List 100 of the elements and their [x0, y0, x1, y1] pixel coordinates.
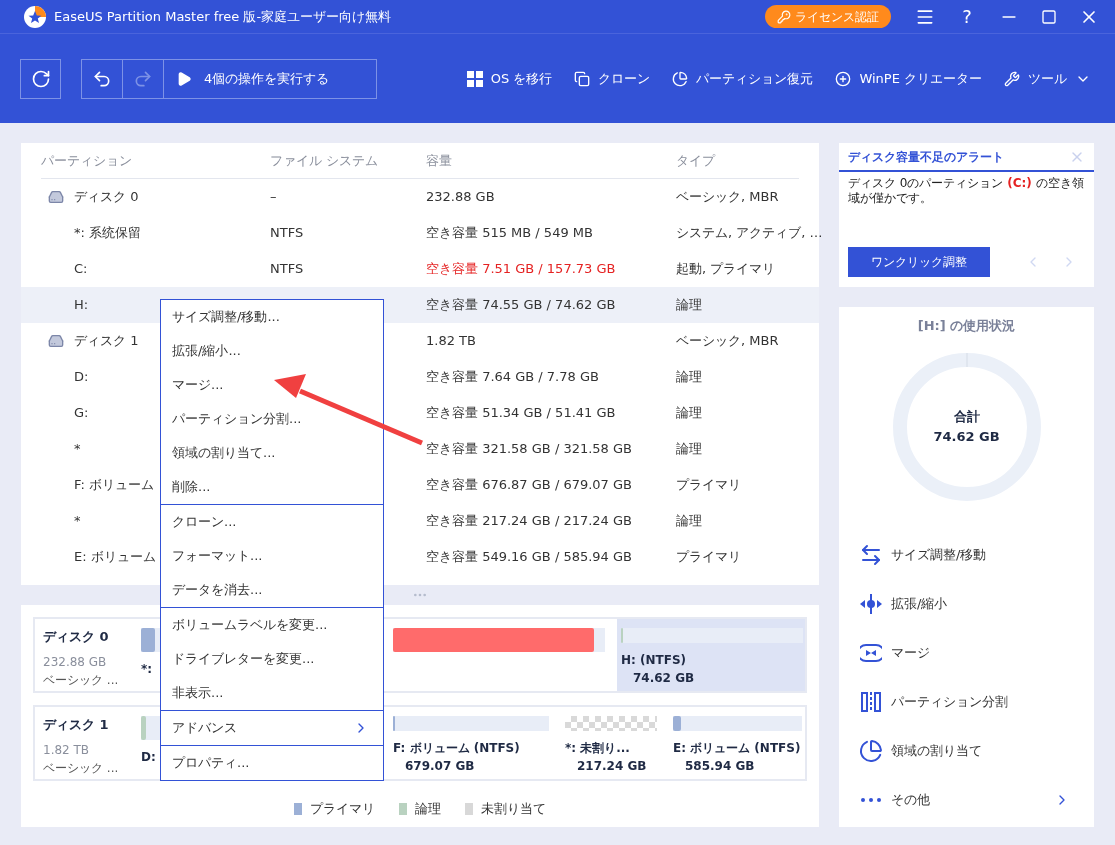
menu-item[interactable]: 拡張/縮小... [161, 334, 383, 368]
menu-item[interactable]: ボリュームラベルを変更... [161, 608, 383, 642]
menu-item[interactable]: マージ... [161, 368, 383, 402]
capacity: 1.82 TB [426, 332, 477, 351]
window-title: EaseUS Partition Master free 版-家庭ユーザー向け無料 [54, 7, 392, 26]
extend-icon [860, 594, 882, 614]
partition-type: 論理 [676, 368, 703, 387]
toolbar-action[interactable]: OS を移行 [466, 68, 553, 89]
capacity: 空き容量 321.58 GB / 321.58 GB [426, 440, 633, 459]
partition-segment[interactable]: F: ボリューム (NTFS) 679.07 GB [389, 707, 553, 779]
usage-action[interactable]: 領域の割り当て [839, 726, 1094, 776]
total-value: 74.62 GB [933, 427, 1000, 446]
partition-name[interactable]: D: [74, 367, 89, 387]
usage-action[interactable]: 拡張/縮小 [839, 579, 1094, 629]
copy-icon [574, 70, 591, 87]
plus-circle-icon [835, 70, 852, 87]
partition-name: *: 未割り... [565, 740, 630, 757]
partition-name: F: ボリューム (NTFS) [393, 740, 520, 757]
legend-swatch [399, 802, 407, 815]
partition-name[interactable]: H: [74, 295, 89, 315]
usage-action[interactable]: サイズ調整/移動 [839, 530, 1094, 580]
partition-segment[interactable]: E: ボリューム (NTFS) 585.94 GB [669, 707, 805, 779]
partition-name[interactable]: * [74, 511, 81, 531]
partition-name[interactable]: E: ボリューム [74, 547, 156, 567]
pie-icon [672, 70, 689, 87]
disk-type: ベーシック ... [43, 759, 120, 777]
windows-icon [466, 70, 483, 87]
capacity: 空き容量 74.55 GB / 74.62 GB [426, 296, 617, 315]
refresh-button[interactable] [20, 58, 61, 99]
partition-size: 679.07 GB [405, 758, 475, 775]
legend-label: 論理 [415, 800, 441, 818]
partition-name[interactable]: F: ボリューム [74, 475, 154, 495]
disk-size: 1.82 TB [43, 741, 91, 759]
maximize-icon[interactable] [1041, 8, 1057, 25]
partition-size: 74.62 GB [633, 670, 695, 687]
partition-type: 論理 [676, 404, 703, 423]
capacity: 空き容量 676.87 GB / 679.07 GB [426, 476, 633, 495]
menu-item[interactable]: データを消去... [161, 573, 383, 607]
partition-name: H: (NTFS) [621, 652, 687, 669]
partition-type: システム, アクティブ, … [676, 224, 823, 243]
capacity: 空き容量 515 MB / 549 MB [426, 224, 594, 243]
partition-type: プライマリ [676, 548, 742, 567]
menu-item[interactable]: 領域の割り当て... [161, 436, 383, 470]
merge-icon [860, 644, 882, 662]
partition-segment[interactable]: H: (NTFS) 74.62 GB [617, 619, 805, 691]
more-icon [861, 798, 881, 802]
capacity: 232.88 GB [426, 188, 496, 207]
menu-item[interactable]: 削除... [161, 470, 383, 504]
partition-name: E: ボリューム (NTFS) [673, 740, 801, 757]
capacity: 空き容量 549.16 GB / 585.94 GB [426, 548, 633, 567]
menu-item[interactable]: フォーマット... [161, 539, 383, 573]
alert-message: ディスク 0のパーティション (C:) の空き領域が僅かです。 [847, 175, 1085, 206]
split-icon [861, 692, 881, 712]
toolbar-action[interactable]: パーティション復元 [672, 68, 814, 89]
menu-item[interactable]: パーティション分割... [161, 402, 383, 436]
partition-name[interactable]: ディスク 0 [74, 187, 139, 207]
partition-name[interactable]: * [74, 439, 81, 459]
disk-size: 232.88 GB [43, 653, 108, 671]
toolbar-action[interactable]: ツール [1004, 68, 1091, 89]
disk-name: ディスク 1 [43, 716, 110, 734]
execute-button[interactable]: 4個の操作を実行する [164, 59, 376, 98]
partition-size: 585.94 GB [685, 758, 755, 775]
partition-type: ベーシック, MBR [676, 188, 780, 207]
partition-type: ベーシック, MBR [676, 332, 780, 351]
capacity: 空き容量 7.64 GB / 7.78 GB [426, 368, 600, 387]
help-button[interactable]: ? [957, 3, 977, 30]
partition-name[interactable]: G: [74, 403, 89, 423]
menu-item[interactable]: 非表示... [161, 676, 383, 710]
usage-action[interactable]: パーティション分割 [839, 677, 1094, 727]
partition-name: D: [141, 749, 156, 766]
menu-item[interactable]: クローン... [161, 505, 383, 539]
partition-type: 論理 [676, 296, 703, 315]
menu-item[interactable]: アドバンス [161, 711, 383, 745]
menu-item[interactable]: ドライブレターを変更... [161, 642, 383, 676]
resize-icon [859, 543, 883, 567]
play-icon [176, 70, 192, 87]
undo-icon [92, 68, 112, 89]
partition-name[interactable]: C: [74, 259, 88, 279]
column-header[interactable]: 容量 [426, 150, 676, 171]
partition-type: プライマリ [676, 476, 742, 495]
alert-title: ディスク容量不足のアラート [848, 148, 1004, 166]
menu-item[interactable]: プロパティ... [161, 746, 383, 780]
usage-action[interactable]: その他 [839, 775, 1094, 825]
partition-name[interactable]: *: 系统保留 [74, 223, 141, 243]
legend-label: プライマリ [310, 800, 375, 818]
wrench-icon [1004, 70, 1020, 87]
usage-action[interactable]: マージ [839, 628, 1094, 678]
partition-name[interactable]: ディスク 1 [74, 331, 139, 351]
app-logo-icon [24, 5, 46, 28]
file-system: NTFS [270, 224, 305, 243]
partition-name: *: [141, 661, 153, 678]
toolbar-action[interactable]: クローン [574, 68, 651, 89]
legend-swatch [465, 802, 473, 815]
refresh-icon [30, 68, 51, 89]
one-click-adjust-button[interactable]: ワンクリック調整 [848, 247, 990, 277]
legend-label: 未割り当て [481, 800, 546, 818]
key-icon [777, 9, 791, 24]
usage-title: [H:] の使用状況 [917, 317, 1016, 335]
toolbar-action[interactable]: WinPE クリエーター [835, 68, 982, 89]
partition-segment[interactable]: *: 未割り... 217.24 GB [561, 707, 661, 779]
